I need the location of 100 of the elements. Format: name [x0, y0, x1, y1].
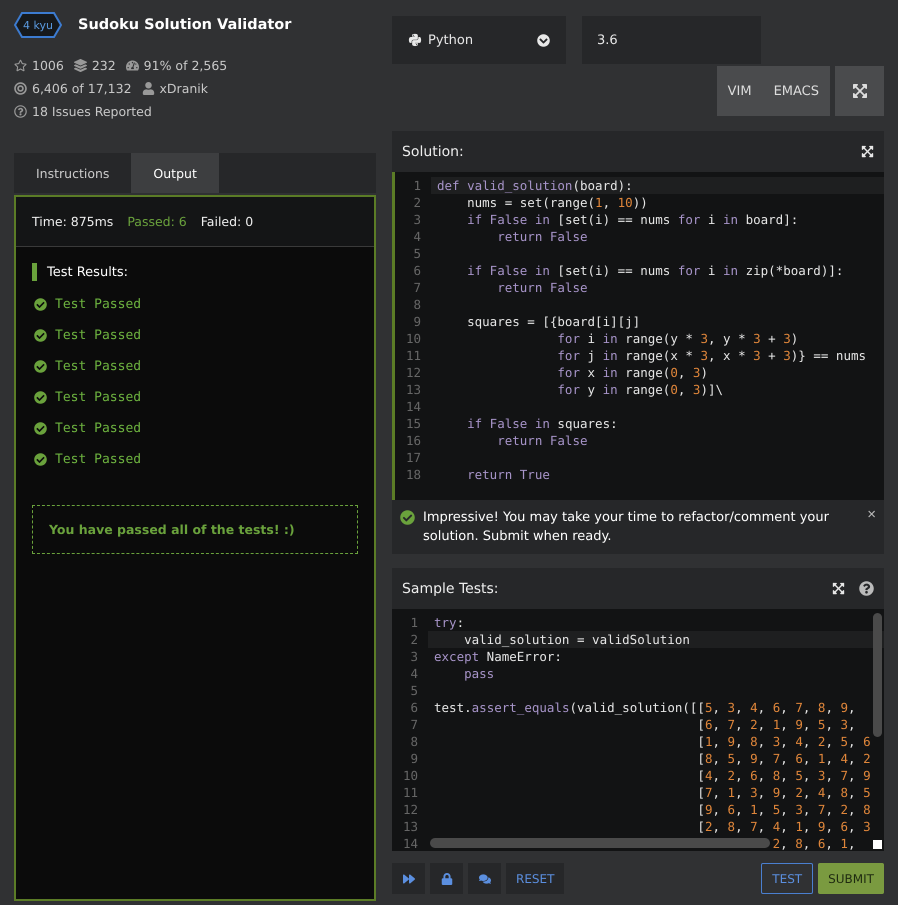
- language-select[interactable]: Python: [392, 16, 566, 64]
- expand-icon[interactable]: [832, 582, 845, 595]
- scrollbar[interactable]: [430, 838, 770, 848]
- code-line: return False: [496, 280, 588, 295]
- test-result: Test Passed: [55, 359, 142, 374]
- code-line: return False: [496, 229, 588, 244]
- stat-text: 1006: [32, 58, 64, 73]
- scroll-corner: [873, 840, 882, 849]
- line-number: 6: [409, 700, 418, 715]
- test-result: Test Passed: [55, 452, 142, 467]
- code-line: test.assert_equals(valid_solution([[5, 3, 4, 6, 7, 8, 9,: [434, 700, 856, 715]
- discuss-button[interactable]: [468, 863, 501, 894]
- lock-icon: [440, 872, 452, 884]
- results-heading: Test Results:: [47, 264, 128, 280]
- code-line: except NameError:: [434, 649, 562, 664]
- code-line: valid_solution = validSolution: [463, 632, 690, 647]
- layers-icon: [74, 59, 87, 72]
- code-line: try:: [434, 615, 464, 630]
- code-line: [6, 7, 2, 1, 9, 5, 3,: [696, 717, 856, 732]
- line-number: 5: [409, 683, 418, 698]
- test-button[interactable]: TEST: [761, 863, 814, 894]
- help-icon[interactable]: [859, 581, 874, 596]
- line-number: 9: [409, 751, 418, 766]
- line-number: 2: [409, 632, 418, 647]
- line-number: 5: [412, 246, 421, 261]
- kata-title: Sudoku Solution Validator: [78, 17, 292, 33]
- line-number: 10: [404, 331, 421, 346]
- stat-text[interactable]: 18 Issues Reported: [32, 104, 152, 119]
- line-number: 3: [412, 212, 421, 227]
- line-number: 8: [409, 734, 418, 749]
- code-line: return True: [466, 467, 550, 482]
- fullscreen-button[interactable]: [835, 66, 884, 116]
- author-link[interactable]: xDranik: [160, 81, 208, 96]
- success-message: You have passed all of the tests! :): [32, 505, 358, 554]
- tab[interactable]: Instructions: [14, 153, 132, 193]
- line-number: 7: [412, 280, 421, 295]
- code-line: def valid_solution(board):: [437, 178, 633, 193]
- line-number: 12: [402, 802, 418, 817]
- accent-bar: [32, 263, 37, 281]
- line-number: 2: [412, 195, 421, 210]
- code-line: return False: [496, 433, 588, 448]
- expand-icon: [852, 83, 868, 99]
- code-line: [9, 6, 1, 5, 3, 7, 2, 8: [696, 802, 871, 817]
- mode-button[interactable]: VIM: [716, 66, 763, 116]
- gauge-icon: [126, 59, 139, 72]
- line-number: 4: [412, 229, 421, 244]
- line-number: 11: [402, 785, 418, 800]
- line-number: 15: [404, 416, 421, 431]
- submit-button[interactable]: SUBMIT: [818, 863, 884, 894]
- stat-text: 91% of 2,565: [144, 58, 228, 73]
- reset-button[interactable]: RESET: [506, 863, 564, 894]
- code-editor[interactable]: [392, 609, 884, 851]
- line-number: 3: [409, 649, 418, 664]
- code-line: for x in range(0, 3): [556, 365, 708, 380]
- passed-count: Passed: 6: [127, 214, 187, 229]
- rank-badge: 4 kyu: [14, 12, 62, 38]
- chat-icon: [478, 872, 490, 884]
- code-line: [2, 8, 7, 4, 1, 9, 6, 3: [696, 819, 871, 834]
- line-number: 6: [412, 263, 421, 278]
- failed-count: Failed: 0: [200, 214, 254, 229]
- line-number: 14: [402, 836, 418, 851]
- user-icon: [142, 82, 155, 95]
- code-line: if False in [set(i) == nums for i in board]:: [466, 212, 798, 227]
- target-icon: [14, 82, 27, 95]
- line-number: 4: [409, 666, 418, 681]
- panel-title: Sample Tests:: [402, 580, 500, 596]
- unlock-button[interactable]: [430, 863, 463, 894]
- line-number: 14: [404, 399, 421, 414]
- tab[interactable]: Output: [131, 153, 219, 193]
- skip-button[interactable]: [392, 863, 425, 894]
- code-editor[interactable]: [392, 172, 884, 500]
- mode-button[interactable]: EMACS: [762, 66, 830, 116]
- chevron-icon: [537, 34, 550, 46]
- line-number: 18: [404, 467, 421, 482]
- code-line: [8, 5, 9, 7, 6, 1, 4, 2: [696, 751, 871, 766]
- fast-forward-icon: [402, 872, 414, 884]
- line-number: 8: [412, 297, 421, 312]
- line-number: 7: [409, 717, 418, 732]
- stat-text: 6,406 of 17,132: [32, 81, 132, 96]
- time-label: Time: 875ms: [32, 214, 114, 229]
- scrollbar[interactable]: [873, 613, 882, 737]
- line-number: 12: [404, 365, 421, 380]
- code-line: 2, 8, 6, 1,: [772, 836, 856, 851]
- line-number: 9: [412, 314, 421, 329]
- feedback-text: Impressive! You may take your time to refactor/comment your solution. Submit when ready.: [423, 509, 830, 546]
- expand-icon[interactable]: [861, 145, 874, 158]
- test-result: Test Passed: [55, 328, 142, 343]
- line-number: 1: [412, 178, 421, 193]
- code-line: [4, 2, 6, 8, 5, 3, 7, 9: [696, 768, 871, 783]
- test-result: Test Passed: [55, 390, 142, 405]
- star-icon: [14, 59, 27, 72]
- code-line: for i in range(y * 3, y * 3 + 3): [556, 331, 798, 346]
- code-line: [1, 9, 8, 3, 4, 2, 5, 6: [696, 734, 871, 749]
- close-button[interactable]: ×: [867, 506, 876, 523]
- line-number: 1: [409, 615, 418, 630]
- version-select[interactable]: 3.6: [582, 16, 761, 64]
- line-number: 13: [404, 382, 421, 397]
- line-number: 16: [404, 433, 421, 448]
- test-result: Test Passed: [55, 421, 142, 436]
- test-result: Test Passed: [55, 297, 142, 312]
